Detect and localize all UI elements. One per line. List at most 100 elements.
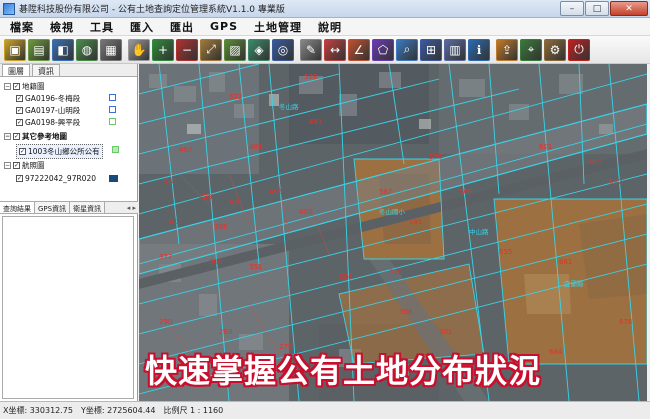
menu-help[interactable]: 說明 (318, 19, 342, 35)
angle-icon[interactable]: ∠ (348, 38, 370, 61)
tree-group-cadastral[interactable]: − ✓ 地籍圖 (4, 81, 45, 92)
checkbox-checked-icon[interactable]: ✓ (16, 107, 23, 114)
identify-icon[interactable]: ◎ (272, 38, 294, 61)
checkbox-checked-icon[interactable]: ✓ (19, 148, 26, 155)
promo-caption: 快速掌握公有土地分布狀況 (145, 352, 542, 390)
svg-text:冬山路: 冬山路 (279, 102, 299, 111)
layer-tree: − ✓ 地籍圖 ✓ GA0196-冬梅段 ✓ GA0197-山明段 ✓ GA01… (2, 78, 134, 203)
coordinate-icon[interactable]: ⊞ (420, 38, 442, 61)
tree-item-layer-selected[interactable]: ✓ 1003冬山鄉公所公有 (16, 144, 103, 159)
svg-text:宜蘭縣: 宜蘭縣 (564, 279, 584, 288)
tree-group-reference[interactable]: − ✓ 其它參考地圖 (4, 131, 67, 142)
tree-item-layer[interactable]: ✓ GA0197-山明段 (16, 105, 80, 116)
info-icon[interactable]: ℹ (468, 38, 490, 61)
svg-text:574: 574 (429, 153, 443, 161)
svg-text:491: 491 (309, 118, 322, 126)
svg-text:467: 467 (179, 146, 192, 154)
tree-group-label: 其它參考地圖 (22, 132, 67, 141)
tab-layers[interactable]: 圖層 (2, 64, 30, 76)
collapse-icon[interactable]: − (4, 162, 11, 169)
distance-icon[interactable]: ↔ (324, 38, 346, 61)
svg-text:366: 366 (209, 258, 223, 266)
tab-scroll-arrows[interactable]: ◂ ▸ (125, 202, 138, 213)
zoom-in-icon[interactable]: + (152, 38, 174, 61)
document-icon[interactable]: ▥ (444, 38, 466, 61)
tab-satellite-info[interactable]: 衛星資訊 (70, 202, 106, 213)
svg-text:461: 461 (164, 178, 177, 186)
svg-text:423: 423 (199, 193, 212, 201)
status-bar: X坐標: 330312.75 Y坐標: 2725604.44 比例尺 1 : 1… (0, 401, 650, 419)
query-results-area[interactable] (2, 216, 134, 399)
map-book-icon[interactable]: ▤ (28, 38, 50, 61)
tree-item-layer[interactable]: ✓ GA0198-興平段 (16, 117, 80, 128)
menu-gps[interactable]: GPS (210, 20, 238, 33)
measure-icon[interactable]: ✎ (300, 38, 322, 61)
checkbox-checked-icon[interactable]: ✓ (16, 95, 23, 102)
menu-import[interactable]: 匯入 (130, 19, 154, 35)
globe-layer-icon[interactable]: ◍ (76, 38, 98, 61)
exit-icon[interactable]: ⏻ (568, 38, 590, 61)
left-panel-tabs: 圖層 資訊 (0, 64, 137, 77)
maximize-button[interactable]: □ (585, 1, 609, 16)
menu-view[interactable]: 檢視 (50, 19, 74, 35)
checkbox-checked-icon[interactable]: ✓ (13, 133, 20, 140)
svg-text:402: 402 (299, 208, 312, 216)
svg-text:622: 622 (609, 178, 622, 186)
svg-text:412: 412 (169, 218, 182, 226)
collapse-icon[interactable]: − (4, 83, 11, 90)
close-button[interactable]: ✕ (610, 1, 648, 16)
tree-item-layer[interactable]: ✓ 97222042_97R020 (16, 174, 96, 183)
svg-text:308: 308 (399, 308, 412, 316)
minimize-button[interactable]: – (560, 1, 584, 16)
settings-icon[interactable]: ⚙ (544, 38, 566, 61)
toolbar: ▣ ▤ ◧ ◍ ▦ ✋ + − ⤢ ▨ ◈ ◎ ✎ ↔ ∠ ⬠ ⌕ ⊞ ▥ ℹ ⇪ ⌖ ⚙ ⏻ (0, 36, 650, 64)
collapse-icon[interactable]: − (4, 133, 11, 140)
layer-color-swatch (109, 118, 116, 125)
gps-icon[interactable]: ⌖ (520, 38, 542, 61)
svg-text:398: 398 (214, 223, 227, 231)
menu-export[interactable]: 匯出 (170, 19, 194, 35)
svg-text:455: 455 (269, 188, 282, 196)
checkbox-checked-icon[interactable]: ✓ (16, 119, 23, 126)
map-area-icon[interactable]: ▨ (224, 38, 246, 61)
tree-group-label: 航照圖 (22, 161, 45, 170)
layer-icon[interactable]: ◧ (52, 38, 74, 61)
menu-file[interactable]: 檔案 (10, 19, 34, 35)
satellite-icon[interactable]: ◈ (248, 38, 270, 61)
svg-text:587: 587 (379, 188, 392, 196)
window-title: 碁陞科技股份有限公司 - 公有土地查詢定位管理系統V1.1.0 專業版 (19, 5, 285, 15)
zoom-out-icon[interactable]: − (176, 38, 198, 61)
shp-export-icon[interactable]: ⇪ (496, 38, 518, 61)
app-icon (3, 2, 15, 15)
tree-group-aerial[interactable]: − ✓ 航照圖 (4, 160, 45, 171)
status-x-coordinate: X坐標: 330312.75 (3, 406, 73, 415)
polygon-icon[interactable]: ⬠ (372, 38, 394, 61)
svg-text:522: 522 (229, 93, 242, 101)
checkbox-checked-icon[interactable]: ✓ (13, 162, 20, 169)
svg-text:601: 601 (539, 143, 552, 151)
menu-tools[interactable]: 工具 (90, 19, 114, 35)
raster-layer-icon (109, 175, 118, 182)
svg-text:438: 438 (229, 198, 242, 206)
tab-gps-info[interactable]: GPS資訊 (35, 202, 71, 213)
open-folder-icon[interactable]: ▣ (4, 38, 26, 61)
status-y-coordinate: Y坐標: 2725604.44 (80, 406, 156, 415)
tree-item-layer[interactable]: ✓ GA0196-冬梅段 (16, 93, 80, 104)
checkbox-checked-icon[interactable]: ✓ (16, 175, 23, 182)
tree-group-label: 地籍圖 (22, 82, 45, 91)
tree-item-label: GA0196-冬梅段 (25, 94, 81, 103)
svg-text:中山路: 中山路 (469, 227, 489, 236)
svg-text:377: 377 (159, 253, 172, 261)
svg-text:661: 661 (559, 258, 572, 266)
full-extent-icon[interactable]: ⤢ (200, 38, 222, 61)
checkbox-checked-icon[interactable]: ✓ (13, 83, 20, 90)
search-icon[interactable]: ⌕ (396, 38, 418, 61)
pan-hand-icon[interactable]: ✋ (128, 38, 150, 61)
printer-icon[interactable]: ▦ (100, 38, 122, 61)
menu-land-management[interactable]: 土地管理 (254, 19, 302, 35)
title-bar: 碁陞科技股份有限公司 - 公有土地查詢定位管理系統V1.1.0 專業版 – □ … (0, 0, 650, 18)
tab-info[interactable]: 資訊 (32, 64, 60, 76)
svg-text:684: 684 (549, 348, 563, 356)
tab-query-results[interactable]: 查詢結果 (0, 202, 35, 213)
svg-text:301: 301 (439, 328, 452, 336)
